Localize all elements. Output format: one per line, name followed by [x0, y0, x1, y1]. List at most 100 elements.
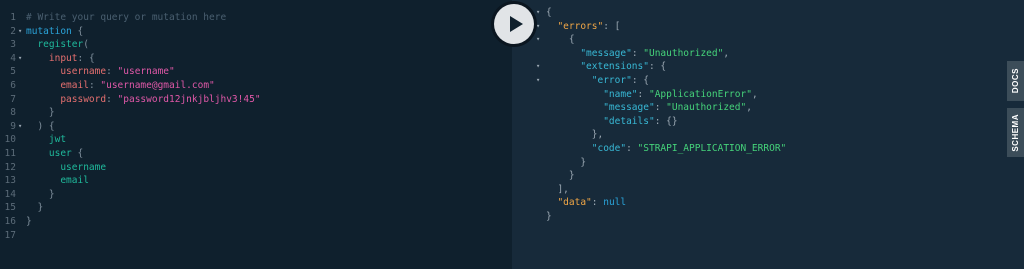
result-token: "message": [580, 47, 632, 59]
result-token: null: [603, 197, 627, 209]
line-number: 2: [10, 25, 16, 37]
result-token: ,: [746, 102, 752, 114]
fold-toggle-icon[interactable]: ▾: [18, 120, 26, 133]
result-text: "error": {: [546, 74, 649, 88]
line-number: 1: [10, 12, 16, 23]
code-token: username: [60, 66, 107, 78]
fold-toggle-icon[interactable]: ▾: [536, 60, 540, 74]
result-token: "STRAPI_APPLICATION_ERROR": [637, 143, 787, 154]
result-token: : [: [603, 20, 621, 32]
code-token: # Write your query or mutation here: [26, 12, 227, 23]
line-number: 8: [10, 107, 16, 119]
line-number: 11: [4, 148, 16, 159]
code-text: # Write your query or mutation here: [26, 11, 226, 24]
code-text: register(: [26, 38, 89, 51]
code-token: :: [106, 66, 118, 78]
fold-toggle-icon[interactable]: ▾: [536, 74, 540, 88]
result-token: "Unauthorized": [643, 47, 724, 59]
code-text: username: "username": [26, 65, 175, 78]
code-text: }: [26, 106, 55, 119]
code-token: email: [60, 80, 89, 91]
code-text: email: [26, 174, 89, 187]
line-number: 14: [4, 188, 16, 200]
result-token: :: [654, 102, 667, 114]
fold-toggle-icon[interactable]: ▾: [536, 33, 540, 47]
result-token: ,: [723, 47, 730, 59]
result-token: :: [637, 88, 649, 100]
result-token: "code": [591, 143, 627, 154]
line-number: 13: [4, 175, 16, 187]
result-token: },: [546, 129, 604, 141]
code-text: input: {: [26, 52, 95, 65]
code-token: "username@gmail.com": [100, 80, 215, 91]
result-token: }: [546, 156, 587, 168]
line-number: 12: [4, 161, 16, 173]
result-token: : {: [631, 75, 649, 86]
result-token: "ApplicationError": [648, 88, 752, 100]
code-token: : {: [77, 52, 95, 64]
result-token: [546, 143, 592, 154]
fold-toggle-icon[interactable]: ▾: [18, 52, 26, 65]
code-token: "username": [117, 66, 175, 78]
result-token: }: [546, 211, 552, 222]
code-token: ) {: [26, 120, 55, 132]
code-text: mutation {: [26, 25, 83, 38]
code-token: }: [26, 202, 44, 214]
result-token: "message": [603, 102, 655, 114]
result-token: :: [591, 197, 604, 209]
result-text: "name": "ApplicationError",: [546, 88, 757, 102]
result-text: "data": null: [546, 196, 626, 210]
result-token: : {: [648, 61, 667, 73]
code-token: mutation: [26, 25, 72, 37]
result-token: }: [546, 170, 575, 182]
result-text: },: [546, 128, 603, 142]
code-text: ) {: [26, 120, 55, 133]
code-text: }: [26, 188, 55, 201]
code-text: jwt: [26, 133, 66, 146]
code-token: password: [60, 93, 107, 105]
fold-toggle-icon[interactable]: ▾: [18, 25, 26, 38]
code-text: password: "password12jnkjbljhv3!45": [26, 93, 260, 106]
result-token: {: [546, 7, 552, 18]
code-text: email: "username@gmail.com": [26, 79, 215, 92]
result-token: "data": [557, 197, 592, 209]
result-token: "extensions": [580, 61, 649, 73]
result-text: }: [546, 169, 575, 183]
result-token: "errors": [557, 20, 604, 32]
result-token: [546, 75, 592, 86]
code-token: }: [26, 188, 55, 200]
line-number: 16: [4, 216, 16, 227]
result-text: {: [546, 33, 575, 47]
result-token: "name": [603, 88, 638, 100]
docs-tab[interactable]: DOCS: [1007, 61, 1024, 101]
result-text: "message": "Unauthorized",: [546, 47, 729, 61]
result-text: "code": "STRAPI_APPLICATION_ERROR": [546, 142, 787, 156]
code-text: user {: [26, 147, 83, 160]
schema-tab[interactable]: SCHEMA: [1007, 108, 1024, 157]
result-token: :: [626, 143, 638, 154]
result-token: [546, 89, 603, 100]
result-token: "Unauthorized": [666, 102, 747, 114]
code-token: username: [60, 161, 107, 173]
execute-query-button[interactable]: [494, 4, 534, 44]
fold-toggle-icon[interactable]: ▾: [536, 6, 540, 20]
line-number: 3: [10, 39, 16, 51]
line-number: 7: [10, 93, 16, 105]
code-text: username: [26, 161, 106, 174]
code-token: input: [48, 52, 78, 64]
code-token: {: [71, 148, 84, 159]
fold-toggle-icon[interactable]: ▾: [536, 20, 540, 34]
result-token: ],: [546, 183, 569, 195]
code-token: register: [37, 39, 84, 51]
schema-tab-label: SCHEMA: [1011, 113, 1020, 152]
line-number: 17: [4, 229, 16, 241]
result-token: [546, 21, 557, 32]
result-text: "message": "Unauthorized",: [546, 101, 752, 115]
query-editor[interactable]: 1 # Write your query or mutation here 2 ▾ mu…: [0, 0, 512, 269]
